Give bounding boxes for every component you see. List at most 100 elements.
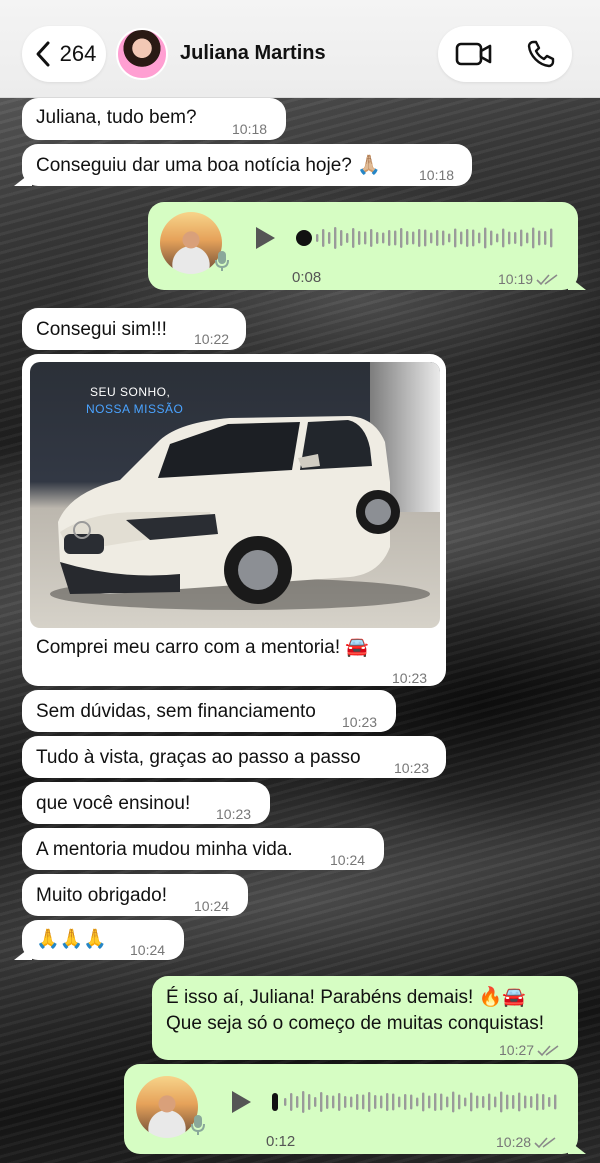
waveform-bar (446, 1096, 449, 1108)
waveform-bar (362, 1094, 365, 1110)
voice-message-outgoing[interactable]: 0:08 10:19 (148, 202, 578, 290)
message-text: Tudo à vista, graças ao passo a passo (36, 747, 361, 768)
waveform-bar (436, 230, 439, 246)
message-bubble-incoming[interactable]: Conseguiu dar uma boa notícia hoje? 🙏🏼 1… (22, 144, 472, 186)
image-message-incoming[interactable]: SEU SONHO, NOSSA MISSÃO Comprei meu carr… (22, 354, 446, 686)
back-button[interactable]: 264 (22, 26, 106, 82)
message-time: 10:27 (499, 1038, 559, 1062)
waveform-bar (356, 1094, 359, 1110)
message-bubble-outgoing[interactable]: É isso aí, Juliana! Parabéns demais! 🔥🚘 … (152, 976, 578, 1060)
audio-waveform[interactable] (294, 225, 558, 251)
voice-duration: 0:08 (292, 269, 322, 286)
waveform-bar (392, 1093, 395, 1111)
message-time: 10:23 (342, 714, 378, 730)
waveform-bar (316, 234, 319, 242)
waveform-bar (484, 227, 487, 249)
waveform-bar (344, 1096, 347, 1108)
waveform-bar (430, 232, 433, 244)
chevron-left-icon (36, 41, 50, 67)
play-icon[interactable] (230, 1090, 252, 1114)
contact-name[interactable]: Juliana Martins (180, 42, 326, 65)
waveform-bar (538, 230, 541, 246)
message-bubble-incoming[interactable]: Juliana, tudo bem? 10:18 (22, 98, 286, 140)
message-text: Muito obrigado! (36, 885, 167, 906)
waveform-bar (524, 1095, 527, 1109)
waveform-bar (488, 1093, 491, 1111)
message-text: Conseguiu dar uma boa notícia hoje? 🙏🏼 (36, 155, 381, 176)
waveform-bar (410, 1094, 413, 1110)
waveform-bar (404, 1094, 407, 1110)
image-caption: Comprei meu carro com a mentoria! 🚘 (36, 637, 370, 658)
waveform-bar (320, 1092, 323, 1112)
voice-duration: 0:12 (266, 1133, 296, 1150)
message-text: Juliana, tudo bem? (36, 107, 197, 128)
message-time: 10:23 (216, 806, 252, 822)
waveform-bar (386, 1093, 389, 1111)
waveform-bar (502, 228, 505, 248)
waveform-bar (296, 1096, 299, 1108)
sender-avatar (160, 212, 222, 274)
waveform-bar (530, 1096, 533, 1108)
unread-count: 264 (59, 41, 97, 66)
message-time: 10:23 (392, 670, 428, 686)
read-ticks-icon (534, 1137, 556, 1149)
mic-icon (215, 251, 229, 271)
waveform-bar (460, 231, 463, 245)
voice-message-outgoing[interactable]: 0:12 10:28 (124, 1064, 578, 1154)
waveform-bar (380, 1095, 383, 1109)
message-time: 10:24 (130, 942, 166, 958)
message-bubble-incoming[interactable]: Consegui sim!!! 10:22 (22, 308, 246, 350)
waveform-bar (364, 231, 367, 245)
waveform-bar (476, 1095, 479, 1109)
waveform-bar (500, 1091, 503, 1113)
message-bubble-incoming[interactable]: A mentoria mudou minha vida. 10:24 (22, 828, 384, 870)
waveform-bar (434, 1093, 437, 1111)
message-time: 10:19 (498, 267, 558, 291)
waveform-bar (518, 1092, 521, 1112)
waveform-bar (548, 1097, 551, 1107)
waveform-bar (358, 231, 361, 245)
message-bubble-incoming[interactable]: Sem dúvidas, sem financiamento 10:23 (22, 690, 396, 732)
video-call-icon[interactable] (455, 41, 493, 67)
message-time: 10:18 (419, 167, 455, 183)
message-time: 10:22 (194, 331, 230, 347)
play-icon[interactable] (254, 226, 276, 250)
car-illustration (50, 416, 430, 610)
waveform-bar (376, 232, 379, 244)
waveform-bar (532, 227, 535, 249)
waveform-bar (440, 1093, 443, 1111)
waveform-bar (550, 228, 553, 248)
read-ticks-icon (537, 1045, 559, 1057)
message-time: 10:24 (330, 852, 366, 868)
waveform-bar (428, 1095, 431, 1109)
waveform-bar (398, 1096, 401, 1108)
waveform-bar (470, 1092, 473, 1112)
waveform-bar (454, 228, 457, 248)
waveform-bar (512, 1095, 515, 1109)
waveform-bar (508, 231, 511, 245)
message-bubble-incoming[interactable]: 🙏🙏🙏 10:24 (22, 920, 184, 960)
waveform-bar (418, 229, 421, 247)
waveform-bar (322, 229, 325, 247)
message-bubble-incoming[interactable]: Muito obrigado! 10:24 (22, 874, 248, 916)
waveform-bar (334, 227, 337, 249)
waveform-bar (466, 229, 469, 247)
message-time: 10:28 (496, 1130, 556, 1154)
phone-icon[interactable] (526, 39, 556, 69)
waveform-bar (514, 232, 517, 244)
message-bubble-incoming[interactable]: Tudo à vista, graças ao passo a passo 10… (22, 736, 446, 778)
waveform-bar (448, 233, 451, 243)
audio-waveform[interactable] (270, 1089, 560, 1115)
waveform-bar (314, 1097, 317, 1107)
waveform-bar (338, 1093, 341, 1111)
car-photo[interactable]: SEU SONHO, NOSSA MISSÃO (30, 362, 440, 628)
contact-avatar[interactable] (116, 28, 168, 80)
waveform-bar (442, 230, 445, 246)
message-text: Sem dúvidas, sem financiamento (36, 701, 316, 722)
waveform-bar (472, 229, 475, 247)
message-time: 10:23 (394, 760, 430, 776)
waveform-bar (350, 1096, 353, 1108)
message-bubble-incoming[interactable]: que você ensinou! 10:23 (22, 782, 270, 824)
waveform-bar (506, 1094, 509, 1110)
message-text: que você ensinou! (36, 793, 191, 814)
